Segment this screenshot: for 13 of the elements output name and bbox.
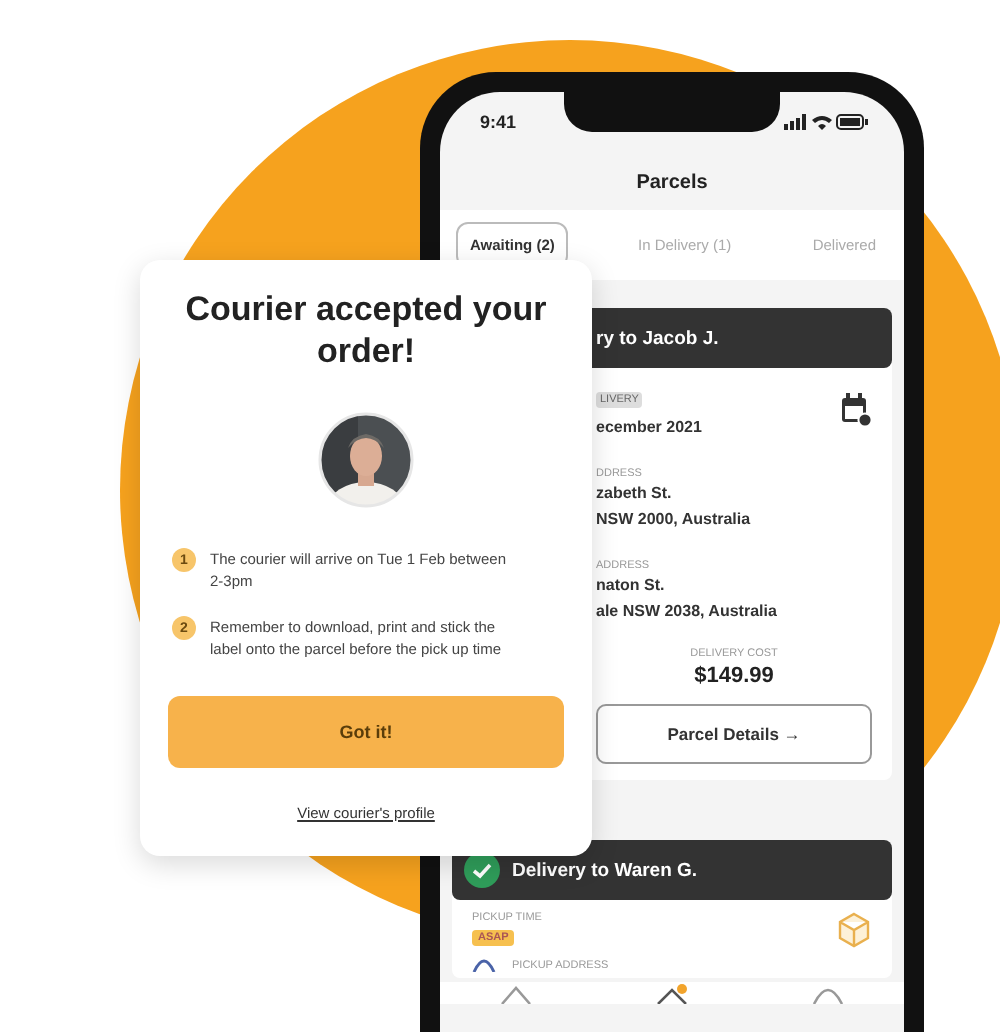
screen-title: Parcels (634, 172, 710, 194)
status-time: 9:41 (480, 112, 517, 132)
address-line: NSW 2000, Australia (596, 508, 753, 532)
delivery-cost: $149.99 (694, 664, 774, 688)
address-line: zabeth St. (596, 482, 674, 506)
dialog-title: Courier accepted your order! (183, 288, 549, 372)
address-line: naton St. (596, 574, 667, 598)
got-it-button[interactable]: Got it! (168, 696, 564, 768)
parcel-details-button[interactable]: Parcel Details → (596, 704, 872, 764)
card-title: ry to Jacob J. (596, 327, 719, 349)
address-line: ale NSW 2038, Australia (596, 600, 779, 624)
card-title: Delivery to Waren G. (512, 859, 698, 881)
delivery-date: ecember 2021 (596, 416, 702, 440)
